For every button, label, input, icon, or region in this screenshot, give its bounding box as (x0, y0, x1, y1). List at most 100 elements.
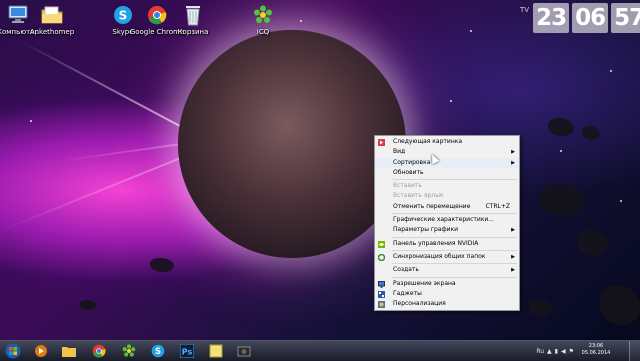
star (620, 200, 622, 202)
menu-item-label: Отменить перемещение (393, 202, 471, 210)
taskbar-photoshop[interactable]: Ps (176, 343, 198, 359)
asteroid (150, 258, 174, 272)
menu-separator (392, 213, 517, 215)
menu-item-graphics-properties[interactable]: Графические характеристики... (375, 215, 519, 225)
taskbar-app[interactable] (233, 343, 255, 359)
desktop-icon-label: Корзина (177, 28, 209, 36)
taskbar-time: 23:06 (588, 343, 604, 349)
desktop-icon-label: Ankethomep (29, 28, 75, 36)
menu-item-label: Параметры графики (393, 226, 459, 234)
menu-item-label: Следующая картинка (393, 138, 463, 145)
taskbar: S Ps Ru ▲ ▮ ◀ ⚑ 23:06 05.06.2014 (0, 340, 640, 361)
menu-item-label: Создать (393, 266, 419, 274)
nvidia-icon (378, 240, 385, 248)
start-button[interactable] (2, 342, 24, 360)
star (450, 100, 452, 102)
menu-separator (392, 236, 517, 238)
asteroid (80, 300, 96, 310)
show-desktop-button[interactable] (629, 341, 640, 361)
desktop-icon-icq[interactable]: ICQ (235, 4, 291, 36)
menu-item-label: Графические характеристики... (393, 216, 495, 224)
star (30, 120, 32, 122)
menu-item-sync-shared-folders[interactable]: Синхронизация общих папок ▶ (375, 252, 519, 262)
asteroid (600, 285, 640, 325)
windows-logo-icon (5, 343, 21, 359)
taskbar-notes[interactable] (205, 343, 227, 359)
taskbar-chrome[interactable] (88, 343, 110, 359)
desktop-icon-label: ICQ (256, 28, 270, 36)
menu-separator (392, 249, 517, 251)
asteroid (578, 230, 608, 256)
next-image-icon (378, 139, 385, 146)
star (560, 150, 562, 152)
taskbar-media-player[interactable] (30, 343, 52, 359)
submenu-arrow-icon: ▶ (511, 253, 515, 260)
star (470, 30, 472, 32)
menu-separator (392, 276, 517, 278)
clock-gadget[interactable]: TV 23 06 57 (520, 2, 640, 34)
menu-item-label: Вид (393, 148, 406, 156)
menu-item-personalization[interactable]: Персонализация (375, 299, 519, 309)
desktop-wallpaper[interactable] (0, 0, 640, 340)
menu-item-view[interactable]: Вид ▶ (375, 147, 519, 157)
menu-item-paste-shortcut[interactable]: Вставить ярлык (375, 191, 519, 201)
clock-hours: 23 (533, 3, 570, 33)
svg-text:Ps: Ps (182, 348, 193, 357)
taskbar-date: 05.06.2014 (581, 350, 611, 356)
svg-text:S: S (155, 346, 161, 356)
menu-item-gadgets[interactable]: Гаджеты (375, 289, 519, 299)
asteroid (540, 184, 584, 216)
folder-icon (41, 4, 63, 26)
menu-item-label: Персонализация (393, 300, 446, 308)
media-player-icon (35, 345, 47, 357)
volume-icon[interactable]: ◀ (561, 348, 566, 355)
star (300, 20, 302, 22)
star (610, 70, 612, 72)
menu-item-label: Вставить (393, 182, 423, 190)
desktop-icon-recycle-bin[interactable]: Корзина (165, 4, 221, 36)
folder-icon (62, 347, 76, 357)
menu-item-label: Сортировка (393, 158, 431, 166)
asteroid (530, 300, 552, 316)
menu-item-new[interactable]: Создать ▶ (375, 265, 519, 275)
menu-item-paste[interactable]: Вставить (375, 181, 519, 191)
planet-image (178, 30, 406, 258)
desktop-context-menu: Следующая картинка Вид ▶ Сортировка ▶ Об… (374, 135, 520, 312)
sticky-notes-icon (209, 344, 223, 358)
tray-arrow-icon[interactable]: ▲ (547, 348, 552, 355)
menu-item-sort[interactable]: Сортировка ▶ (375, 157, 519, 168)
taskbar-explorer[interactable] (58, 343, 80, 359)
submenu-arrow-icon: ▶ (511, 159, 515, 166)
menu-separator (392, 179, 517, 181)
light-streak (0, 147, 205, 232)
menu-item-undo-move[interactable]: Отменить перемещение CTRL+Z (375, 202, 519, 212)
menu-item-screen-resolution[interactable]: Разрешение экрана (375, 279, 519, 289)
menu-item-label: Разрешение экрана (393, 279, 456, 287)
chrome-icon (92, 344, 106, 358)
network-icon[interactable]: ▮ (555, 348, 558, 355)
sync-icon (377, 253, 386, 262)
menu-item-next-image[interactable]: Следующая картинка (375, 137, 519, 147)
asteroid (548, 118, 574, 136)
menu-separator (392, 263, 517, 265)
skype-icon: S (151, 344, 165, 358)
menu-item-label: Вставить ярлык (393, 192, 444, 200)
menu-item-graphics-options[interactable]: Параметры графики ▶ (375, 225, 519, 235)
taskbar-skype[interactable]: S (147, 343, 169, 359)
flag-icon[interactable]: ⚑ (569, 348, 574, 355)
clock-prefix: TV (520, 6, 530, 14)
menu-item-refresh[interactable]: Обновить (375, 168, 519, 178)
menu-item-label: Гаджеты (393, 289, 422, 297)
menu-item-label: Синхронизация общих папок (393, 252, 486, 260)
recycle-bin-icon (182, 4, 204, 26)
desktop-icon-folder[interactable]: Ankethomep (24, 4, 80, 36)
submenu-arrow-icon: ▶ (511, 267, 515, 274)
menu-item-label: Панель управления NVIDIA (393, 239, 479, 247)
menu-item-nvidia-control-panel[interactable]: Панель управления NVIDIA (375, 239, 519, 249)
taskbar-clock[interactable]: 23:06 05.06.2014 (578, 343, 614, 357)
menu-item-shortcut: CTRL+Z (485, 202, 510, 210)
language-indicator[interactable]: Ru (536, 348, 544, 355)
taskbar-icq[interactable] (118, 343, 140, 359)
asteroid (582, 126, 600, 140)
camera-icon (237, 346, 251, 357)
